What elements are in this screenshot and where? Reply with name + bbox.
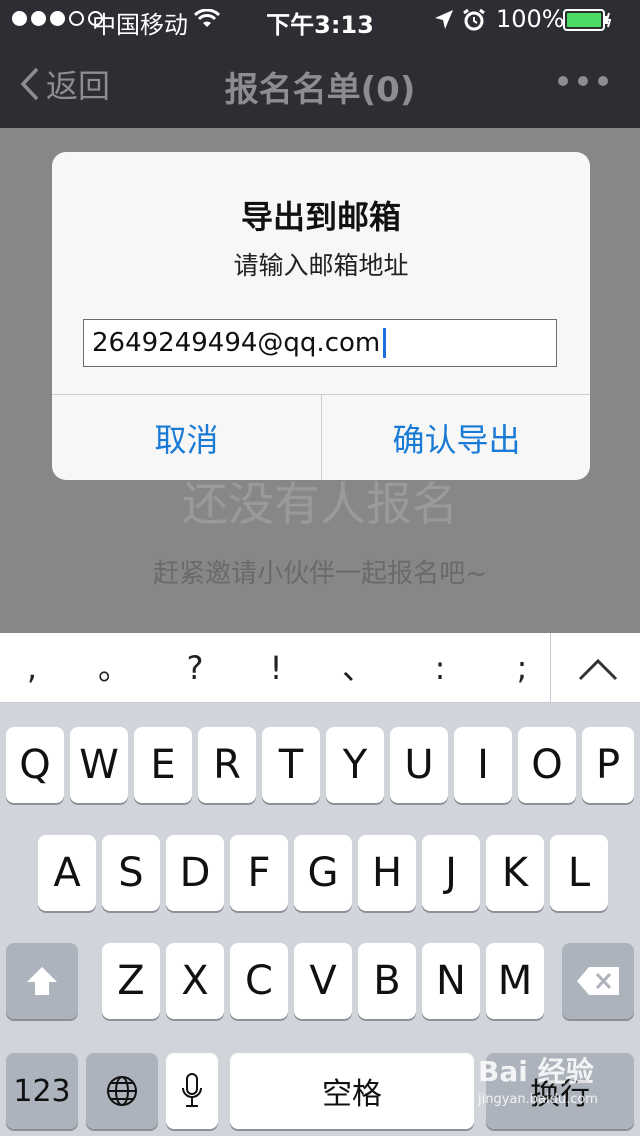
dictation-key[interactable] [166, 1053, 218, 1129]
candidate-enumeration[interactable]: 、 [328, 643, 388, 693]
key-t[interactable]: T [262, 727, 320, 803]
microphone-icon [182, 1073, 202, 1107]
chevron-up-icon[interactable] [570, 651, 626, 685]
key-v[interactable]: V [294, 943, 352, 1019]
key-x[interactable]: X [166, 943, 224, 1019]
key-k[interactable]: K [486, 835, 544, 911]
key-w[interactable]: W [70, 727, 128, 803]
candidate-semicolon[interactable]: ; [492, 643, 552, 693]
key-l[interactable]: L [550, 835, 608, 911]
empty-state-subtitle: 赶紧邀请小伙伴一起报名吧~ [153, 559, 487, 589]
candidate-separator [550, 633, 551, 703]
text-caret [383, 328, 387, 358]
battery-icon [563, 9, 611, 31]
dialog-title: 导出到邮箱 [240, 198, 401, 236]
dialog-message: 请输入邮箱地址 [233, 251, 409, 280]
watermark-brand: Bai 经验 [478, 1055, 594, 1088]
email-input[interactable]: 2649249494@qq.com [83, 319, 557, 367]
numbers-key[interactable]: 123 [6, 1053, 78, 1129]
key-y[interactable]: Y [326, 727, 384, 803]
key-u[interactable]: U [390, 727, 448, 803]
candidate-colon[interactable]: : [410, 643, 470, 693]
delete-key[interactable] [562, 943, 634, 1019]
key-z[interactable]: Z [102, 943, 160, 1019]
cancel-button[interactable]: 取消 [52, 395, 321, 480]
candidate-question[interactable]: ? [165, 643, 225, 693]
key-n[interactable]: N [422, 943, 480, 1019]
globe-icon [107, 1076, 137, 1106]
shift-arrow-icon [27, 967, 57, 995]
watermark-url: jingyan.baidu.com [478, 1092, 598, 1107]
key-r[interactable]: R [198, 727, 256, 803]
key-m[interactable]: M [486, 943, 544, 1019]
key-i[interactable]: I [454, 727, 512, 803]
baidu-watermark: Bai 经验 jingyan.baidu.com [478, 1050, 638, 1120]
candidate-period[interactable]: 。 [84, 643, 144, 693]
key-o[interactable]: O [518, 727, 576, 803]
candidate-exclamation[interactable]: ! [246, 643, 306, 693]
punctuation-candidate-bar: , 。 ? ! 、 : ; [0, 633, 640, 703]
more-options-icon[interactable] [558, 76, 608, 86]
key-e[interactable]: E [134, 727, 192, 803]
email-input-value: 2649249494@qq.com [92, 328, 381, 358]
key-q[interactable]: Q [6, 727, 64, 803]
confirm-export-button[interactable]: 确认导出 [322, 395, 590, 480]
key-h[interactable]: H [358, 835, 416, 911]
key-j[interactable]: J [422, 835, 480, 911]
page-title: 报名名单(0) [224, 70, 416, 110]
backspace-icon [577, 967, 619, 995]
key-b[interactable]: B [358, 943, 416, 1019]
space-key[interactable]: 空格 [230, 1053, 474, 1129]
status-bar: 中国移动 下午3:13 100% [0, 0, 640, 40]
key-f[interactable]: F [230, 835, 288, 911]
export-email-dialog: 导出到邮箱 请输入邮箱地址 2649249494@qq.com 取消 确认导出 [52, 152, 590, 480]
key-s[interactable]: S [102, 835, 160, 911]
battery-percentage: 100% [496, 5, 565, 33]
shift-key[interactable] [6, 943, 78, 1019]
alarm-clock-icon [463, 8, 485, 31]
key-a[interactable]: A [38, 835, 96, 911]
globe-key[interactable] [86, 1053, 158, 1129]
key-d[interactable]: D [166, 835, 224, 911]
key-p[interactable]: P [582, 727, 634, 803]
candidate-comma[interactable]: , [2, 643, 62, 693]
key-c[interactable]: C [230, 943, 288, 1019]
key-g[interactable]: G [294, 835, 352, 911]
location-arrow-icon [435, 10, 453, 29]
navigation-bar: 返回 报名名单(0) [0, 40, 640, 128]
